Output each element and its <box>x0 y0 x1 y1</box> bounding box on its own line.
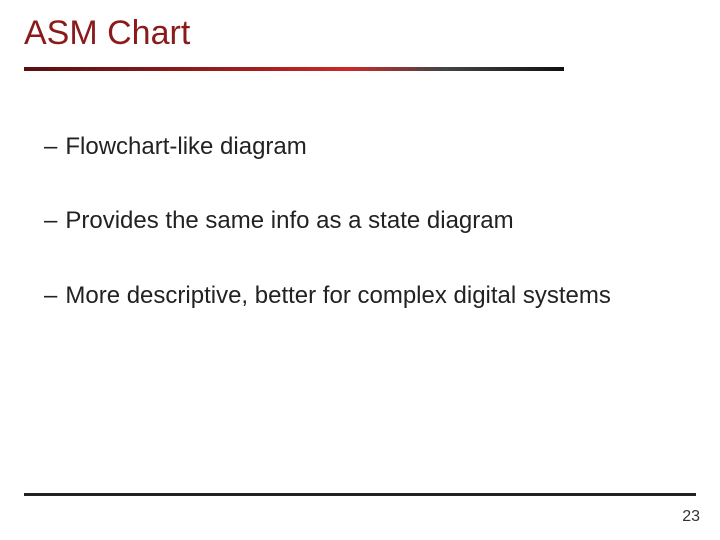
bullet-item: – Provides the same info as a state diag… <box>44 205 720 237</box>
slide-body: – Flowchart-like diagram – Provides the … <box>0 71 720 312</box>
bullet-item: – Flowchart-like diagram <box>44 131 720 163</box>
bullet-text: More descriptive, better for complex dig… <box>65 280 611 312</box>
bullet-dash-icon: – <box>44 131 57 163</box>
bullet-text: Provides the same info as a state diagra… <box>65 205 513 237</box>
page-number: 23 <box>682 508 700 526</box>
bullet-dash-icon: – <box>44 205 57 237</box>
footer-divider <box>24 493 696 496</box>
bullet-item: – More descriptive, better for complex d… <box>44 280 720 312</box>
bullet-text: Flowchart-like diagram <box>65 131 306 163</box>
slide: ASM Chart – Flowchart-like diagram – Pro… <box>0 0 720 540</box>
bullet-dash-icon: – <box>44 280 57 312</box>
slide-title: ASM Chart <box>0 0 720 53</box>
